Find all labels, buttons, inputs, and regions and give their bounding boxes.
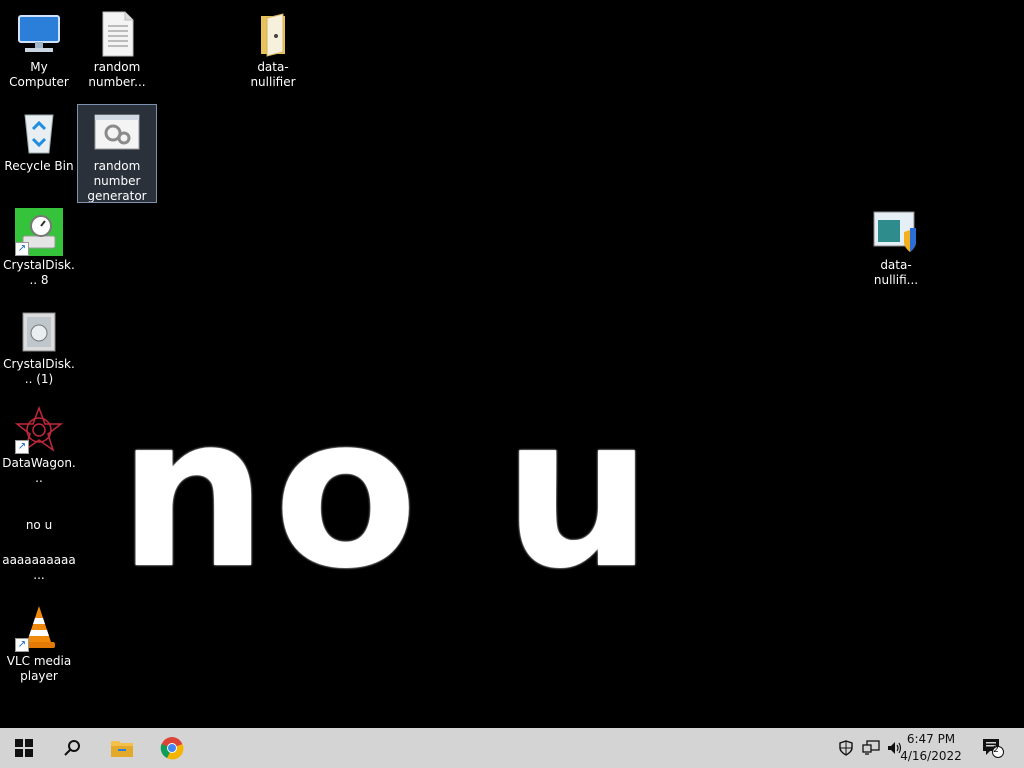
chrome-icon <box>160 737 184 760</box>
data-nullifier-app-label: data-nullifi... <box>873 258 919 287</box>
recycle-bin-icon[interactable]: Recycle Bin <box>0 105 78 174</box>
network-icon <box>862 740 880 755</box>
my-computer-icon[interactable]: My Computer <box>0 6 78 90</box>
computer-icon <box>15 10 63 58</box>
crystaldisk-8-label: CrystalDisk... 8 <box>3 258 75 287</box>
recycle-bin-glyph-icon <box>15 109 63 157</box>
datawagon-label: DataWagon... <box>2 456 76 485</box>
crystaldisk-1-label: CrystalDisk... (1) <box>3 357 75 386</box>
recycle-bin-label: Recycle Bin <box>4 159 74 173</box>
aaaa-label: aaaaaaaaaa... <box>2 553 76 582</box>
folder-icon <box>249 10 297 58</box>
datawagon-icon[interactable]: ↗ DataWagon... <box>0 402 78 486</box>
start-button[interactable] <box>0 728 48 768</box>
data-nullifier-folder-label: data-nullifier <box>250 60 296 89</box>
aaaa-icon[interactable]: aaaaaaaaaa... <box>0 553 78 583</box>
windows-start-icon <box>15 739 33 757</box>
vlc-media-player-label: VLC media player <box>6 654 72 683</box>
installer-box-icon <box>15 307 63 355</box>
random-number-generator-icon[interactable]: random number generator <box>77 104 157 203</box>
random-number-generator-label: random number generator <box>87 159 147 203</box>
no-u-icon[interactable]: no u <box>0 518 78 533</box>
crystaldisk-1-icon[interactable]: CrystalDisk... (1) <box>0 303 78 387</box>
data-nullifier-app-icon[interactable]: data-nullifi... <box>857 204 935 288</box>
application-gears-icon <box>93 109 141 157</box>
search-button[interactable] <box>48 728 96 768</box>
security-tray-button[interactable] <box>836 728 856 768</box>
data-nullifier-folder-icon[interactable]: data-nullifier <box>234 6 312 90</box>
taskbar: 6:47 PM 4/16/2022 2 <box>0 728 1024 768</box>
my-computer-label: My Computer <box>9 60 69 89</box>
clock-date: 4/16/2022 <box>900 749 962 763</box>
shortcut-arrow-icon: ↗ <box>15 242 29 256</box>
random-number-file-label: random number... <box>88 60 146 89</box>
shortcut-arrow-icon: ↗ <box>15 638 29 652</box>
clock[interactable]: 6:47 PM 4/16/2022 <box>896 731 966 765</box>
shortcut-arrow-icon: ↗ <box>15 440 29 454</box>
chrome-button[interactable] <box>148 728 196 768</box>
star-mandala-icon: ↗ <box>14 405 64 454</box>
crystaldisk-mark-icon: ↗ <box>15 208 63 256</box>
network-tray-button[interactable] <box>860 728 882 768</box>
crystaldisk-8-icon[interactable]: ↗ CrystalDisk... 8 <box>0 204 78 288</box>
desktop[interactable]: My Computer random number... data-nullif… <box>0 0 1024 728</box>
clock-time: 6:47 PM <box>906 732 956 746</box>
wallpaper-text: no u <box>118 370 659 615</box>
vlc-media-player-icon[interactable]: ↗ VLC media player <box>0 600 78 684</box>
file-explorer-button[interactable] <box>98 728 146 768</box>
no-u-label: no u <box>25 518 53 532</box>
installer-shield-icon <box>872 208 920 256</box>
vlc-cone-icon: ↗ <box>15 604 63 652</box>
file-explorer-icon <box>111 741 133 757</box>
notification-center-button[interactable]: 2 <box>978 728 1008 768</box>
text-file-icon <box>93 10 141 58</box>
notification-count-badge: 2 <box>993 745 999 755</box>
search-icon <box>64 740 80 756</box>
random-number-file-icon[interactable]: random number... <box>78 6 156 90</box>
security-shield-icon <box>839 740 853 756</box>
